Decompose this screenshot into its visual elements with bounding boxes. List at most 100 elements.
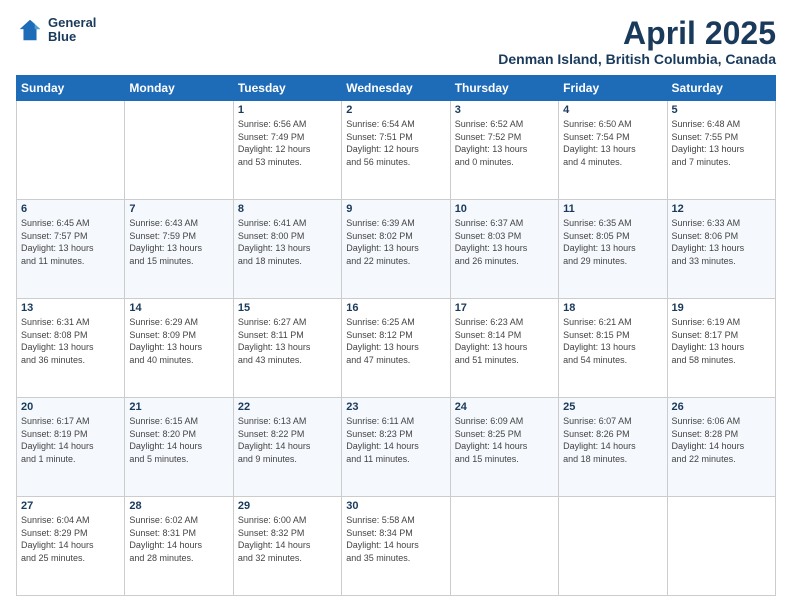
day-number: 29 bbox=[238, 500, 337, 512]
day-number: 11 bbox=[563, 203, 662, 215]
col-header-thursday: Thursday bbox=[450, 76, 558, 101]
day-number: 13 bbox=[21, 302, 120, 314]
day-cell-5: 5 Sunrise: 6:48 AM Sunset: 7:55 PM Daylig… bbox=[667, 101, 775, 200]
day-info: Sunrise: 6:07 AM Sunset: 8:26 PM Dayligh… bbox=[563, 415, 662, 465]
day-number: 1 bbox=[238, 104, 337, 116]
day-info: Sunrise: 6:02 AM Sunset: 8:31 PM Dayligh… bbox=[129, 514, 228, 564]
day-cell-28: 28 Sunrise: 6:02 AM Sunset: 8:31 PM Dayli… bbox=[125, 497, 233, 596]
col-header-tuesday: Tuesday bbox=[233, 76, 341, 101]
day-info: Sunrise: 6:09 AM Sunset: 8:25 PM Dayligh… bbox=[455, 415, 554, 465]
day-info: Sunrise: 5:58 AM Sunset: 8:34 PM Dayligh… bbox=[346, 514, 445, 564]
day-number: 2 bbox=[346, 104, 445, 116]
day-info: Sunrise: 6:43 AM Sunset: 7:59 PM Dayligh… bbox=[129, 217, 228, 267]
day-cell-19: 19Sunrise: 6:19 AM Sunset: 8:17 PM Dayli… bbox=[667, 299, 775, 398]
logo-line1: General bbox=[48, 16, 96, 30]
location: Denman Island, British Columbia, Canada bbox=[498, 51, 776, 67]
day-number: 14 bbox=[129, 302, 228, 314]
day-cell-18: 18Sunrise: 6:21 AM Sunset: 8:15 PM Dayli… bbox=[559, 299, 667, 398]
day-number: 17 bbox=[455, 302, 554, 314]
empty-cell bbox=[125, 101, 233, 200]
day-info: Sunrise: 6:29 AM Sunset: 8:09 PM Dayligh… bbox=[129, 316, 228, 366]
day-info: Sunrise: 6:00 AM Sunset: 8:32 PM Dayligh… bbox=[238, 514, 337, 564]
page: General Blue April 2025 Denman Island, B… bbox=[0, 0, 792, 612]
day-cell-9: 9 Sunrise: 6:39 AM Sunset: 8:02 PM Daylig… bbox=[342, 200, 450, 299]
day-info: Sunrise: 6:23 AM Sunset: 8:14 PM Dayligh… bbox=[455, 316, 554, 366]
header: General Blue April 2025 Denman Island, B… bbox=[16, 16, 776, 67]
day-number: 27 bbox=[21, 500, 120, 512]
day-number: 24 bbox=[455, 401, 554, 413]
day-info: Sunrise: 6:56 AM Sunset: 7:49 PM Dayligh… bbox=[238, 118, 337, 168]
calendar-header-row: SundayMondayTuesdayWednesdayThursdayFrid… bbox=[17, 76, 776, 101]
calendar-table: SundayMondayTuesdayWednesdayThursdayFrid… bbox=[16, 75, 776, 596]
day-info: Sunrise: 6:11 AM Sunset: 8:23 PM Dayligh… bbox=[346, 415, 445, 465]
day-info: Sunrise: 6:33 AM Sunset: 8:06 PM Dayligh… bbox=[672, 217, 771, 267]
day-cell-24: 24 Sunrise: 6:09 AM Sunset: 8:25 PM Dayli… bbox=[450, 398, 558, 497]
day-cell-12: 12 Sunrise: 6:33 AM Sunset: 8:06 PM Dayli… bbox=[667, 200, 775, 299]
day-number: 9 bbox=[346, 203, 445, 215]
day-info: Sunrise: 6:06 AM Sunset: 8:28 PM Dayligh… bbox=[672, 415, 771, 465]
day-number: 18 bbox=[563, 302, 662, 314]
day-number: 7 bbox=[129, 203, 228, 215]
day-info: Sunrise: 6:39 AM Sunset: 8:02 PM Dayligh… bbox=[346, 217, 445, 267]
col-header-monday: Monday bbox=[125, 76, 233, 101]
day-number: 8 bbox=[238, 203, 337, 215]
col-header-wednesday: Wednesday bbox=[342, 76, 450, 101]
day-cell-23: 23 Sunrise: 6:11 AM Sunset: 8:23 PM Dayli… bbox=[342, 398, 450, 497]
day-cell-3: 3Sunrise: 6:52 AM Sunset: 7:52 PM Daylig… bbox=[450, 101, 558, 200]
calendar-week-2: 13 Sunrise: 6:31 AM Sunset: 8:08 PM Dayli… bbox=[17, 299, 776, 398]
col-header-saturday: Saturday bbox=[667, 76, 775, 101]
day-info: Sunrise: 6:54 AM Sunset: 7:51 PM Dayligh… bbox=[346, 118, 445, 168]
day-cell-7: 7 Sunrise: 6:43 AM Sunset: 7:59 PM Daylig… bbox=[125, 200, 233, 299]
day-cell-22: 22Sunrise: 6:13 AM Sunset: 8:22 PM Dayli… bbox=[233, 398, 341, 497]
logo-text: General Blue bbox=[48, 16, 96, 45]
day-cell-25: 25Sunrise: 6:07 AM Sunset: 8:26 PM Dayli… bbox=[559, 398, 667, 497]
day-cell-26: 26Sunrise: 6:06 AM Sunset: 8:28 PM Dayli… bbox=[667, 398, 775, 497]
empty-cell bbox=[667, 497, 775, 596]
day-cell-13: 13 Sunrise: 6:31 AM Sunset: 8:08 PM Dayli… bbox=[17, 299, 125, 398]
day-cell-15: 15 Sunrise: 6:27 AM Sunset: 8:11 PM Dayli… bbox=[233, 299, 341, 398]
calendar-week-4: 27 Sunrise: 6:04 AM Sunset: 8:29 PM Dayli… bbox=[17, 497, 776, 596]
day-info: Sunrise: 6:15 AM Sunset: 8:20 PM Dayligh… bbox=[129, 415, 228, 465]
day-cell-10: 10 Sunrise: 6:37 AM Sunset: 8:03 PM Dayli… bbox=[450, 200, 558, 299]
day-number: 28 bbox=[129, 500, 228, 512]
day-cell-27: 27 Sunrise: 6:04 AM Sunset: 8:29 PM Dayli… bbox=[17, 497, 125, 596]
day-info: Sunrise: 6:31 AM Sunset: 8:08 PM Dayligh… bbox=[21, 316, 120, 366]
day-cell-4: 4 Sunrise: 6:50 AM Sunset: 7:54 PM Daylig… bbox=[559, 101, 667, 200]
day-number: 10 bbox=[455, 203, 554, 215]
day-info: Sunrise: 6:37 AM Sunset: 8:03 PM Dayligh… bbox=[455, 217, 554, 267]
day-cell-6: 6 Sunrise: 6:45 AM Sunset: 7:57 PM Daylig… bbox=[17, 200, 125, 299]
month-title: April 2025 bbox=[498, 16, 776, 51]
day-info: Sunrise: 6:50 AM Sunset: 7:54 PM Dayligh… bbox=[563, 118, 662, 168]
day-info: Sunrise: 6:04 AM Sunset: 8:29 PM Dayligh… bbox=[21, 514, 120, 564]
day-info: Sunrise: 6:52 AM Sunset: 7:52 PM Dayligh… bbox=[455, 118, 554, 168]
day-cell-30: 30 Sunrise: 5:58 AM Sunset: 8:34 PM Dayli… bbox=[342, 497, 450, 596]
day-info: Sunrise: 6:27 AM Sunset: 8:11 PM Dayligh… bbox=[238, 316, 337, 366]
day-info: Sunrise: 6:45 AM Sunset: 7:57 PM Dayligh… bbox=[21, 217, 120, 267]
day-number: 16 bbox=[346, 302, 445, 314]
col-header-friday: Friday bbox=[559, 76, 667, 101]
logo: General Blue bbox=[16, 16, 96, 45]
day-cell-16: 16 Sunrise: 6:25 AM Sunset: 8:12 PM Dayli… bbox=[342, 299, 450, 398]
day-number: 19 bbox=[672, 302, 771, 314]
day-number: 22 bbox=[238, 401, 337, 413]
day-number: 21 bbox=[129, 401, 228, 413]
day-info: Sunrise: 6:48 AM Sunset: 7:55 PM Dayligh… bbox=[672, 118, 771, 168]
day-number: 4 bbox=[563, 104, 662, 116]
day-info: Sunrise: 6:25 AM Sunset: 8:12 PM Dayligh… bbox=[346, 316, 445, 366]
day-cell-11: 11 Sunrise: 6:35 AM Sunset: 8:05 PM Dayli… bbox=[559, 200, 667, 299]
logo-icon bbox=[16, 16, 44, 44]
logo-line2: Blue bbox=[48, 30, 96, 44]
day-info: Sunrise: 6:35 AM Sunset: 8:05 PM Dayligh… bbox=[563, 217, 662, 267]
calendar-week-3: 20Sunrise: 6:17 AM Sunset: 8:19 PM Dayli… bbox=[17, 398, 776, 497]
day-number: 15 bbox=[238, 302, 337, 314]
calendar-week-1: 6 Sunrise: 6:45 AM Sunset: 7:57 PM Daylig… bbox=[17, 200, 776, 299]
day-cell-14: 14 Sunrise: 6:29 AM Sunset: 8:09 PM Dayli… bbox=[125, 299, 233, 398]
day-number: 23 bbox=[346, 401, 445, 413]
col-header-sunday: Sunday bbox=[17, 76, 125, 101]
day-number: 30 bbox=[346, 500, 445, 512]
day-number: 5 bbox=[672, 104, 771, 116]
day-number: 6 bbox=[21, 203, 120, 215]
day-number: 12 bbox=[672, 203, 771, 215]
day-info: Sunrise: 6:17 AM Sunset: 8:19 PM Dayligh… bbox=[21, 415, 120, 465]
day-cell-21: 21 Sunrise: 6:15 AM Sunset: 8:20 PM Dayli… bbox=[125, 398, 233, 497]
